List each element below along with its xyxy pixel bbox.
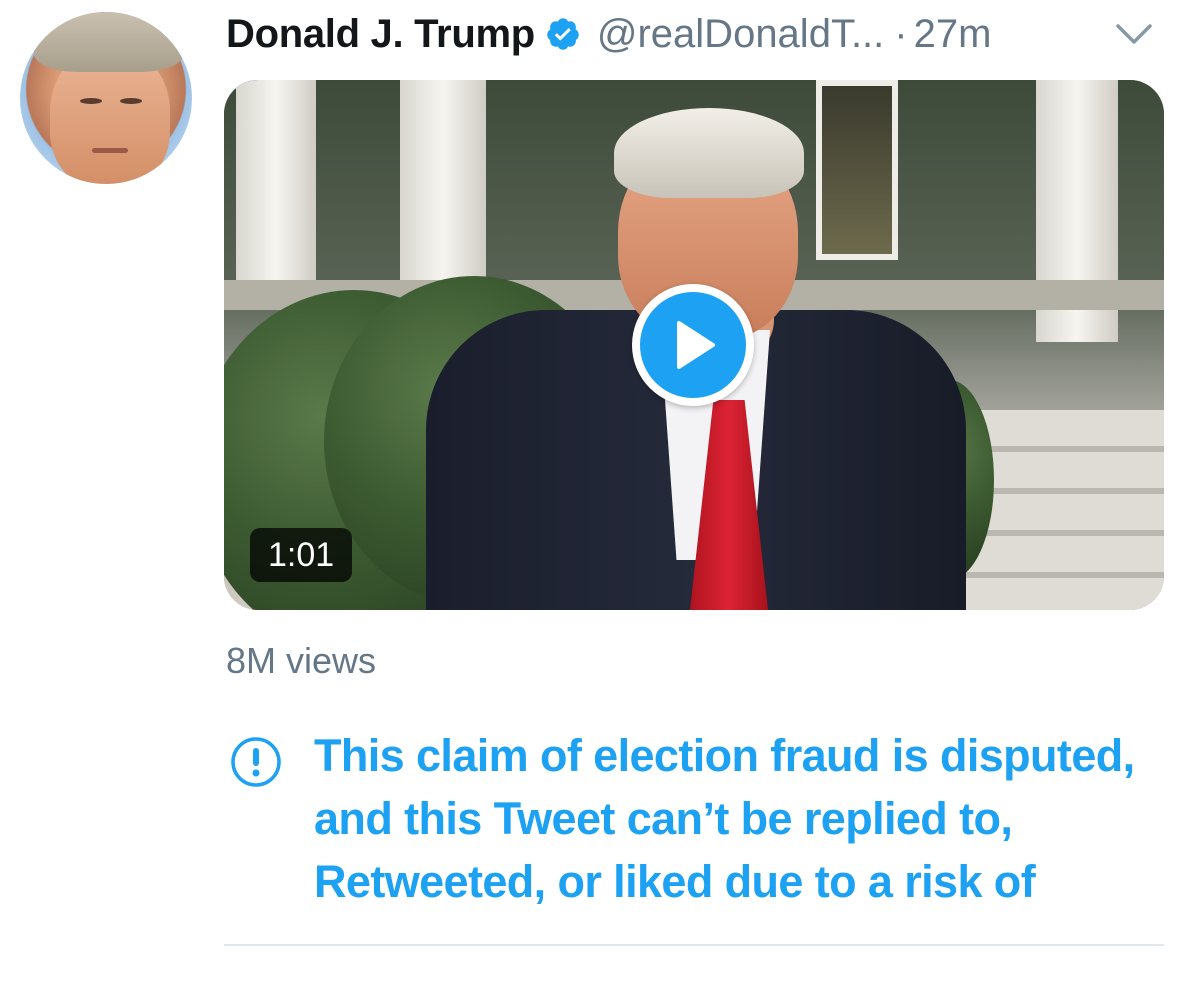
separator-dot: · (894, 11, 908, 56)
chevron-down-icon[interactable] (1112, 16, 1156, 52)
video-duration: 1:01 (250, 528, 353, 582)
avatar-eye (120, 98, 142, 104)
view-count: 8M views (226, 640, 377, 681)
avatar-hair (34, 12, 184, 72)
avatar[interactable] (20, 12, 192, 184)
avatar-mouth (92, 148, 128, 153)
play-button[interactable] (632, 284, 754, 406)
thumbnail-column (236, 80, 316, 310)
play-icon (677, 321, 715, 369)
tweet-header: Donald J. Trump @realDonaldT... · 27m (226, 6, 991, 62)
divider (224, 944, 1164, 946)
thumbnail-window (816, 80, 898, 260)
author-handle[interactable]: @realDonaldT... (597, 12, 884, 57)
thumbnail-person-hair (614, 108, 804, 198)
election-fraud-notice[interactable]: This claim of election fraud is disputed… (314, 724, 1174, 913)
thumbnail-column (400, 80, 486, 290)
play-button-inner (640, 292, 746, 398)
tweet-timestamp[interactable]: 27m (914, 12, 992, 57)
author-display-name[interactable]: Donald J. Trump (226, 12, 535, 57)
avatar-eye (80, 98, 102, 104)
tweet: Donald J. Trump @realDonaldT... · 27m 1:… (0, 0, 1200, 989)
verified-badge-icon (547, 18, 579, 50)
exclamation-circle-icon (231, 737, 281, 787)
video-player[interactable]: 1:01 (224, 80, 1164, 610)
